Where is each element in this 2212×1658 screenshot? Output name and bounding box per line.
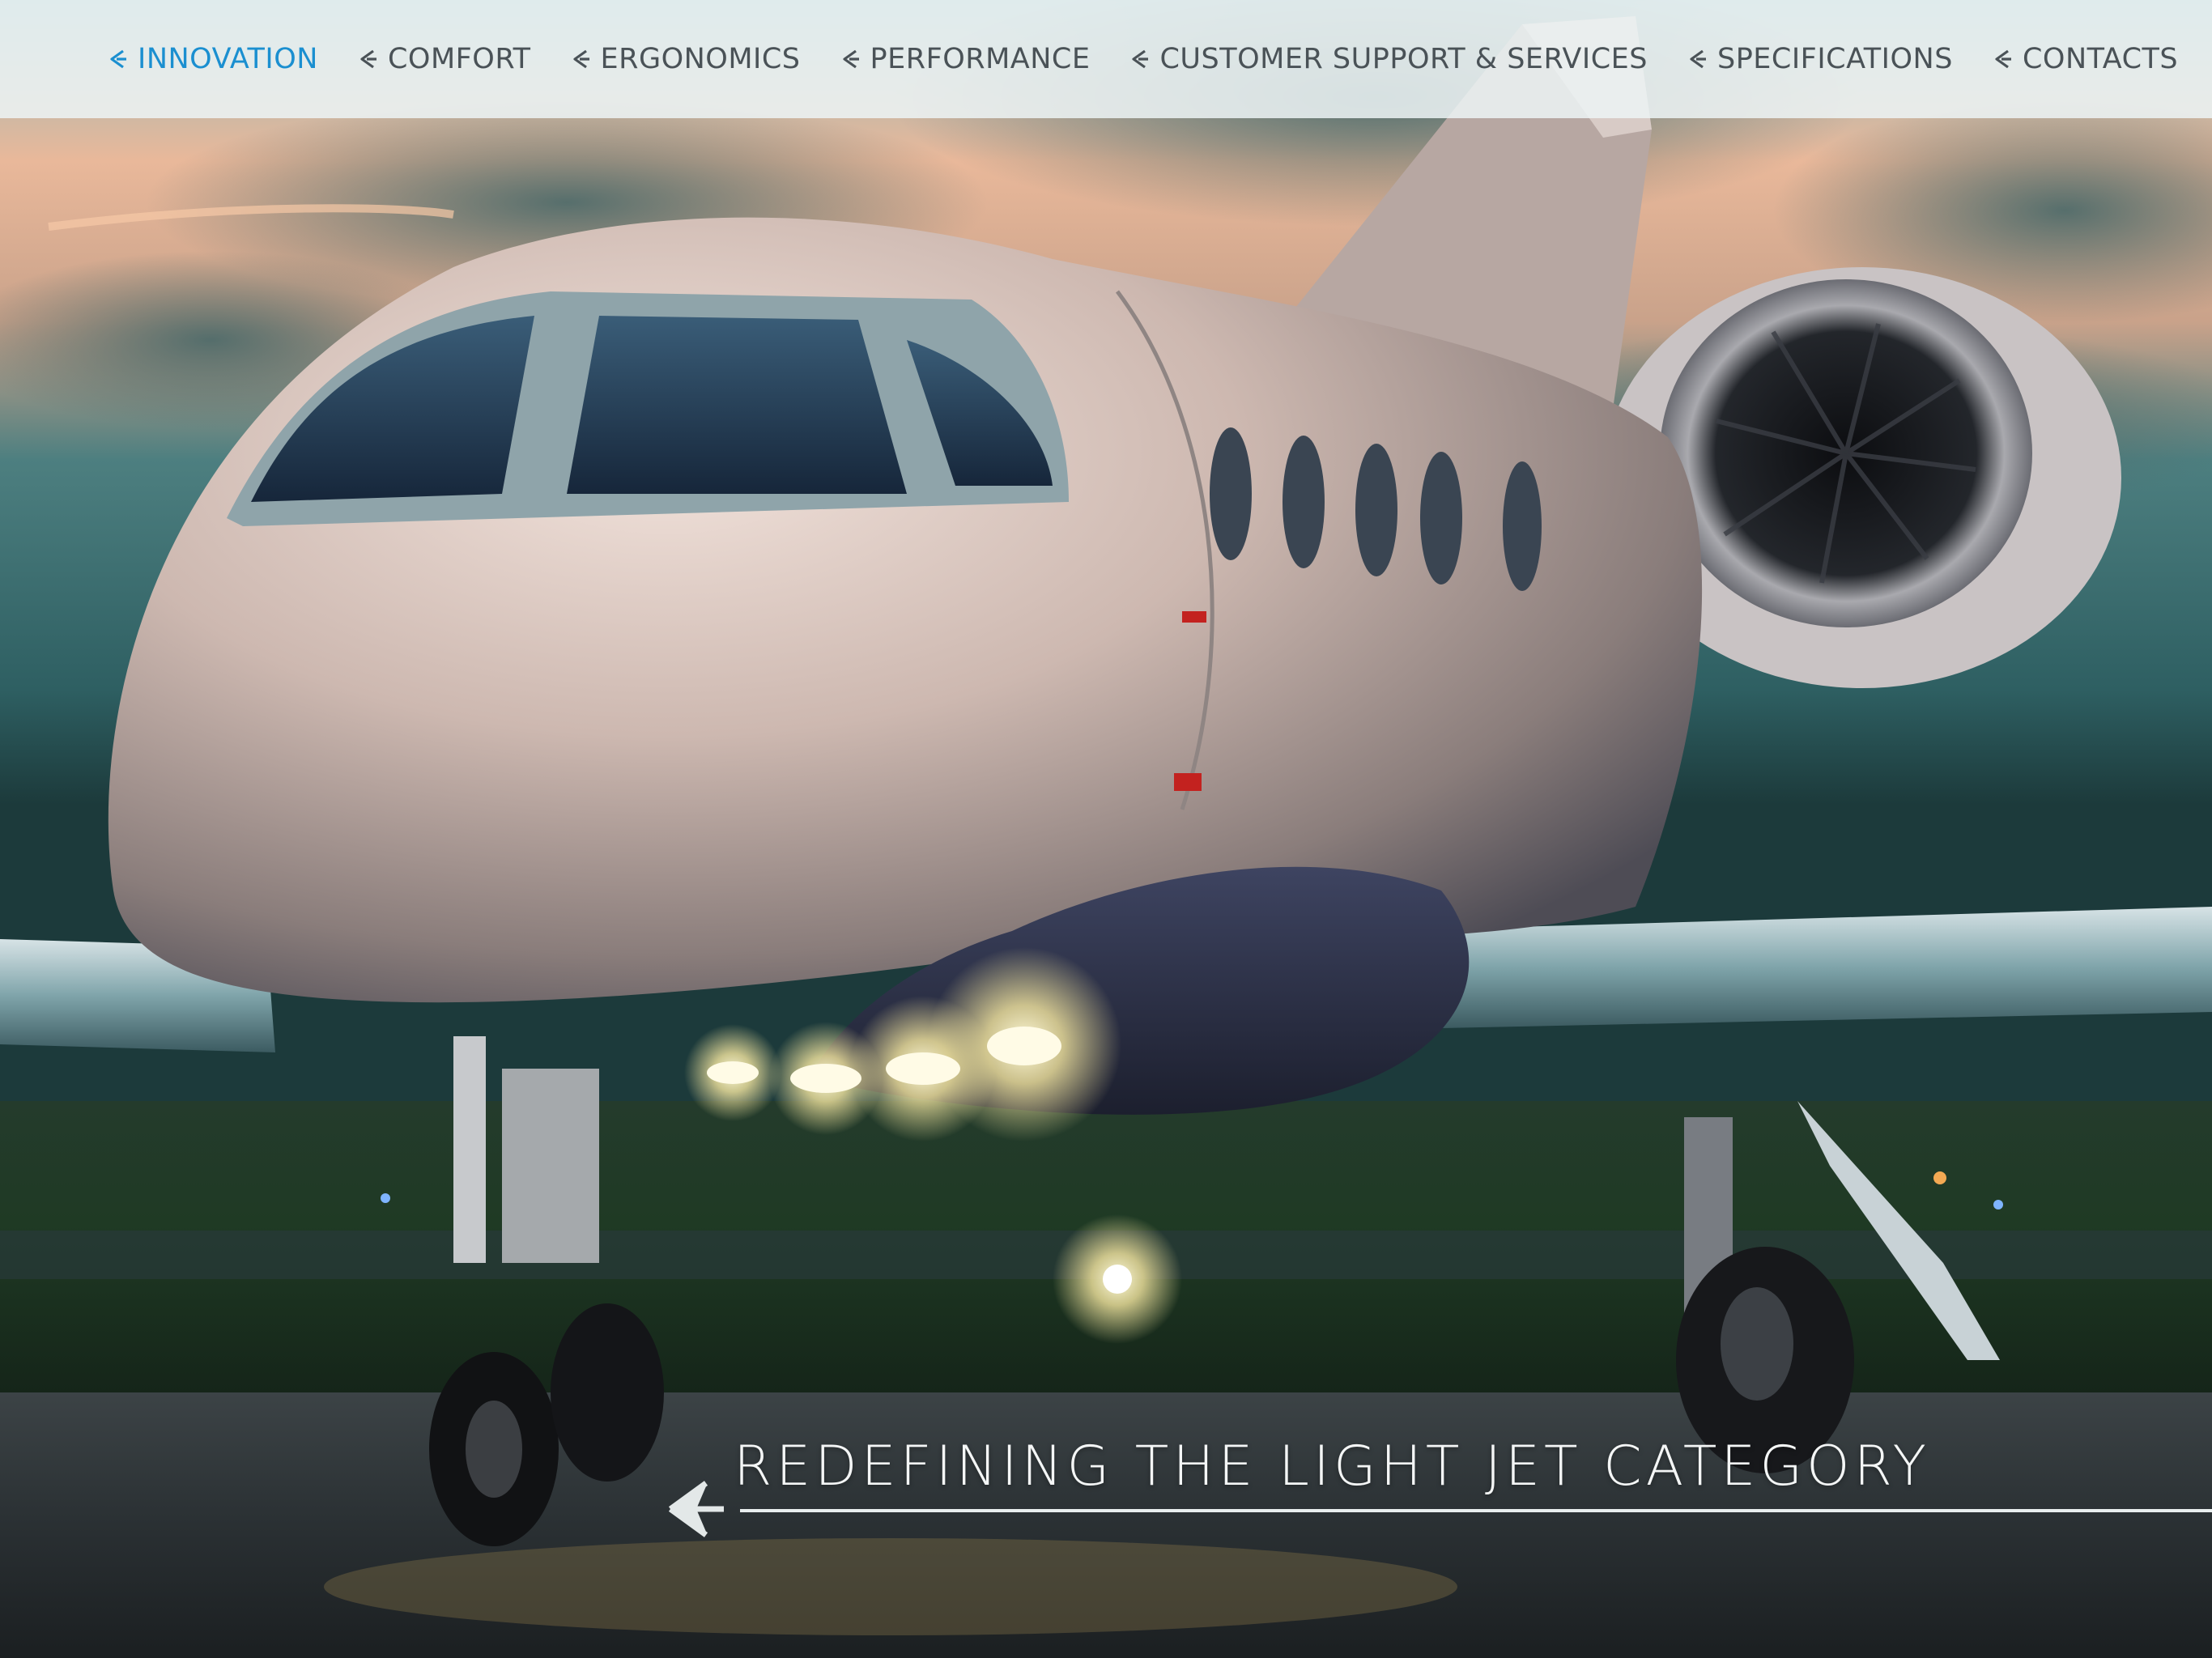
- hero-image: [0, 0, 2212, 1658]
- nav-item-innovation[interactable]: INNOVATION: [105, 43, 318, 75]
- chevron-left-icon: [1690, 49, 1706, 69]
- chevron-left-icon: [1995, 49, 2011, 69]
- nav-item-label: SPECIFICATIONS: [1716, 43, 1953, 75]
- nav-item-specifications[interactable]: SPECIFICATIONS: [1685, 43, 1953, 75]
- top-navigation: INNOVATION COMFORT ERGONOMICS PERFORMANCE CU…: [0, 0, 2212, 118]
- nav-item-label: INNOVATION: [138, 43, 318, 75]
- chevron-left-icon: [110, 49, 126, 69]
- nav-item-comfort[interactable]: COMFORT: [355, 43, 531, 75]
- hero-headline: REDEFINING THE LIGHT JET CATEGORY: [734, 1435, 1931, 1499]
- arrow-left-icon[interactable]: [664, 1477, 729, 1541]
- hero-headline-block: REDEFINING THE LIGHT JET CATEGORY: [664, 1435, 2212, 1537]
- nav-item-label: CUSTOMER SUPPORT & SERVICES: [1159, 43, 1648, 75]
- nav-item-contacts[interactable]: CONTACTS: [1990, 43, 2178, 75]
- hero-stage: INNOVATION COMFORT ERGONOMICS PERFORMANCE CU…: [0, 0, 2212, 1658]
- nav-item-label: COMFORT: [387, 43, 531, 75]
- nav-item-label: ERGONOMICS: [600, 43, 801, 75]
- nav-item-ergonomics[interactable]: ERGONOMICS: [568, 43, 801, 75]
- chevron-left-icon: [1132, 49, 1149, 69]
- nav-item-customer-support-services[interactable]: CUSTOMER SUPPORT & SERVICES: [1127, 43, 1648, 75]
- chevron-left-icon: [572, 49, 589, 69]
- chevron-left-icon: [360, 49, 376, 69]
- nav-item-performance[interactable]: PERFORMANCE: [838, 43, 1091, 75]
- nav-item-label: PERFORMANCE: [870, 43, 1091, 75]
- chevron-left-icon: [842, 49, 859, 69]
- nav-item-label: CONTACTS: [2022, 43, 2179, 75]
- headline-underline: [740, 1509, 2212, 1512]
